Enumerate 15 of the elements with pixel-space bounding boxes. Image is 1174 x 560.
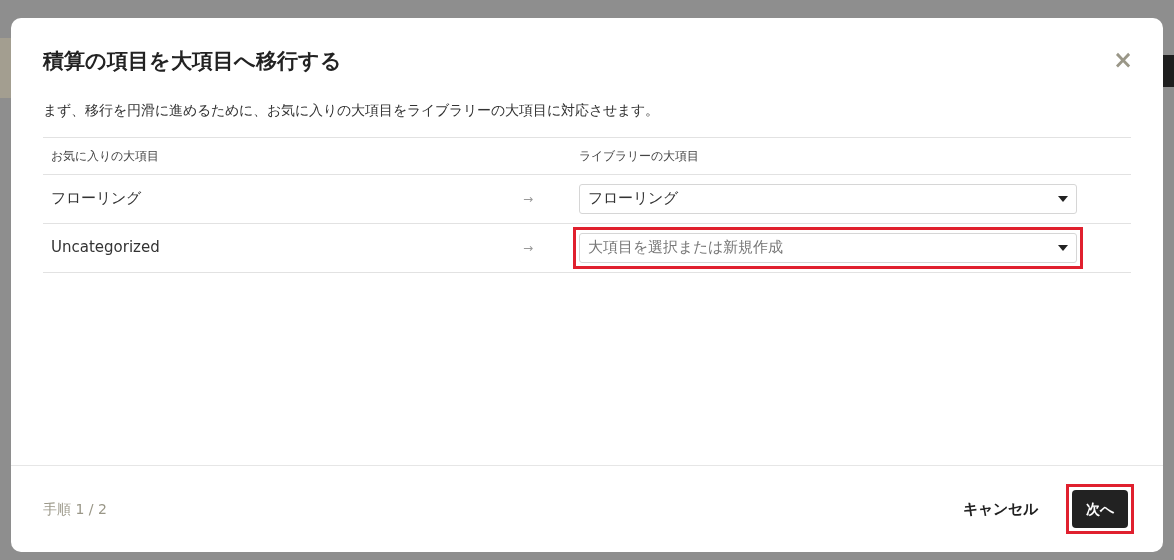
step-indicator: 手順 1 / 2 bbox=[43, 499, 107, 519]
column-header: ライブラリーの大項目 bbox=[579, 147, 699, 165]
dialog-title: 積算の項目を大項目へ移行する bbox=[43, 48, 342, 75]
source-category: Uncategorized bbox=[50, 237, 161, 259]
caret-icon bbox=[1058, 244, 1068, 251]
arrow: → bbox=[523, 190, 534, 208]
column-header: お気に入りの大項目 bbox=[50, 147, 160, 165]
category-select[interactable]: 大項目を選択または新規作成 bbox=[579, 232, 1077, 263]
category-select[interactable]: フローリング bbox=[579, 183, 1077, 214]
arrow: → bbox=[523, 239, 534, 257]
caret-icon bbox=[1058, 195, 1068, 202]
next-button[interactable]: 次へ bbox=[1072, 490, 1128, 528]
source-category: フローリング bbox=[50, 188, 142, 210]
description: まず、移行を円滑に進めるために、お気に入りの大項目をライブラリーの大項目に対応させます。 bbox=[42, 100, 660, 120]
cancel-button[interactable]: キャンセル bbox=[959, 490, 1042, 528]
